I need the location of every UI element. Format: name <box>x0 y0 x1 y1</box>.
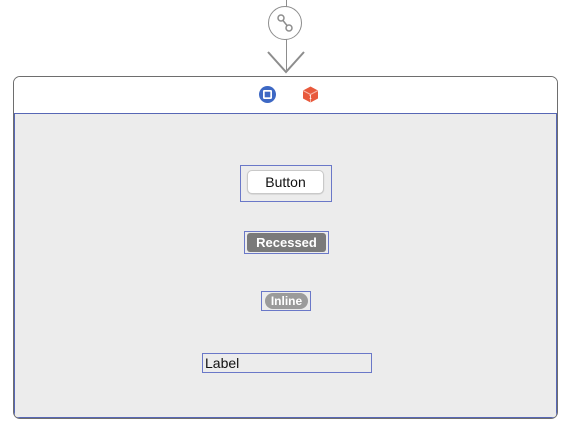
inline-button[interactable]: Inline <box>265 293 308 309</box>
recessed-button[interactable]: Recessed <box>247 233 326 252</box>
storyboard-canvas: 1 Button Recessed Inline Label <box>0 0 570 433</box>
segue-arrow-icon <box>267 51 305 74</box>
svg-text:1: 1 <box>309 95 312 101</box>
first-responder-icon[interactable]: 1 <box>301 85 320 104</box>
view-controller-icon[interactable] <box>258 85 277 104</box>
segue-link-icon[interactable] <box>268 6 302 40</box>
text-label[interactable]: Label <box>202 353 372 373</box>
push-button[interactable]: Button <box>247 170 324 194</box>
scene-dock: 1 <box>14 77 557 113</box>
